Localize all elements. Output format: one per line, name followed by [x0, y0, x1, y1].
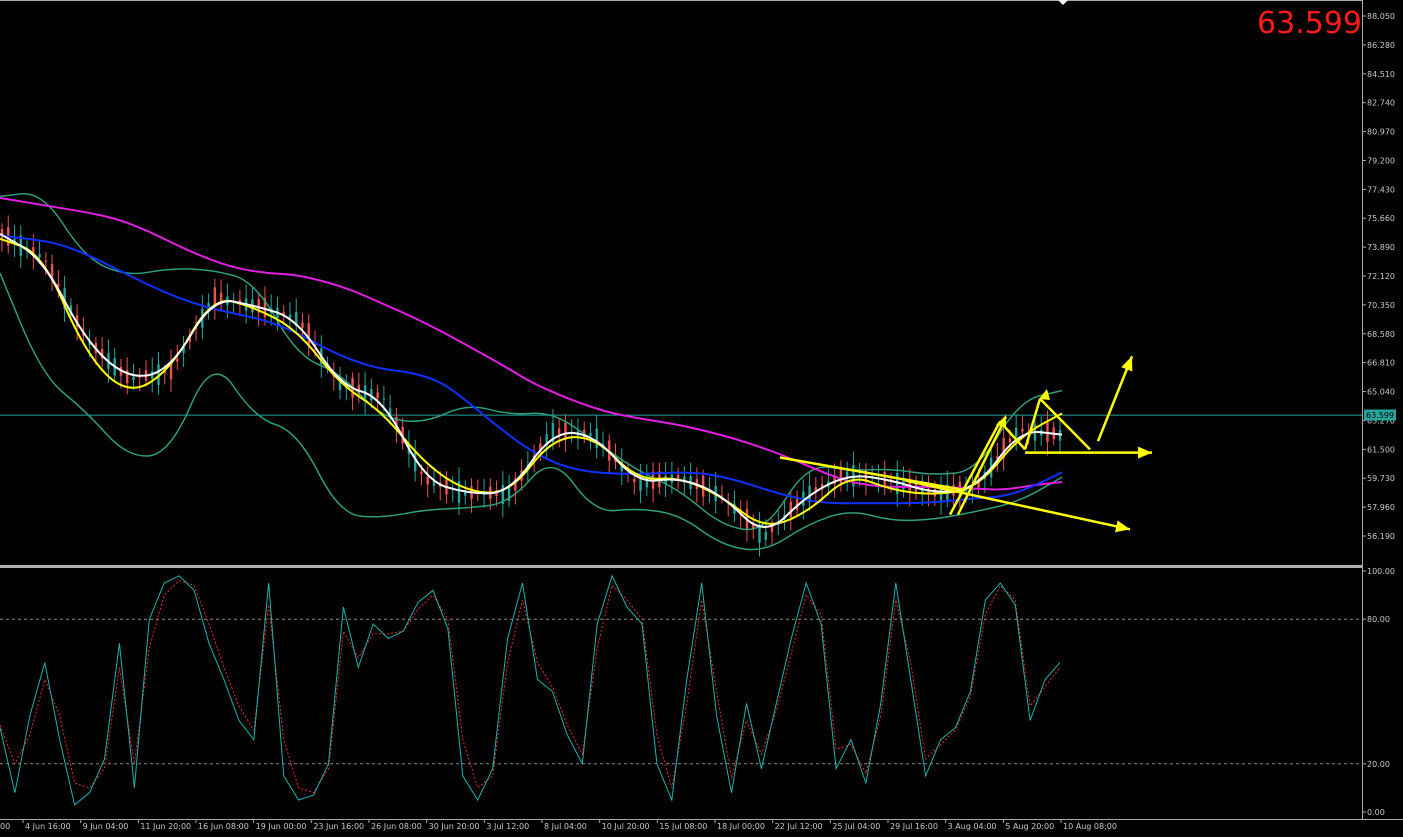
time-label: 30 Jun 20:00	[429, 822, 480, 831]
candle-body	[1008, 438, 1012, 442]
candle-body	[764, 531, 767, 540]
time-label: 22 Jul 12:00	[775, 822, 823, 831]
candle-body	[839, 468, 843, 485]
time-label: 26 Jun 08:00	[371, 822, 422, 831]
candle-body	[633, 478, 636, 483]
candle-body	[758, 525, 761, 543]
candle-body	[1014, 427, 1018, 437]
candle-body	[301, 322, 304, 328]
price-tick-label: 79.200	[1367, 156, 1395, 165]
candle-body	[288, 314, 292, 318]
current-price-label: 63.599	[1257, 6, 1362, 41]
time-label: 3 Jul 12:00	[486, 822, 529, 831]
time-label: 10 Aug 08:00	[1063, 822, 1117, 831]
price-tick-label: 65.040	[1367, 388, 1395, 397]
stochastic-tick-label: 0.00	[1367, 808, 1385, 817]
price-tick-label: 88.050	[1367, 12, 1395, 21]
price-tick-label: 70.350	[1367, 301, 1395, 310]
candle-body	[307, 323, 310, 346]
candle-body	[382, 398, 386, 400]
price-tick-label: 66.810	[1367, 359, 1395, 368]
time-axis: 00 4 Jun 16:00 9 Jun 04:00 11 Jun 20:00 16 J…	[0, 820, 1117, 831]
time-label: 18 Jul 00:00	[717, 822, 765, 831]
time-label: 19 Jun 00:00	[256, 822, 307, 831]
time-label: 9 Jun 04:00	[83, 822, 129, 831]
time-label-partial: 00	[0, 822, 10, 831]
time-label: 25 Jul 04:00	[832, 822, 880, 831]
time-label: 8 Jul 04:00	[544, 822, 587, 831]
candle-body	[132, 376, 135, 381]
candle-body	[589, 432, 592, 437]
time-label: 11 Jun 20:00	[140, 822, 191, 831]
time-label: 29 Jul 16:00	[890, 822, 938, 831]
price-tag-label: 63.599	[1366, 411, 1394, 420]
time-label: 16 Jun 08:00	[198, 822, 249, 831]
time-label: 10 Jul 20:00	[602, 822, 650, 831]
candle-body	[1021, 428, 1024, 432]
candle-body	[44, 260, 48, 262]
candle-body	[376, 392, 379, 399]
price-tick-label: 68.580	[1367, 330, 1395, 339]
price-tick-label: 84.510	[1367, 70, 1395, 79]
price-tick-label: 72.120	[1367, 272, 1395, 281]
stochastic-tick-label: 20.00	[1367, 760, 1390, 769]
candle-body	[595, 428, 598, 449]
chart-background	[0, 0, 1403, 837]
time-label: 15 Jul 08:00	[659, 822, 707, 831]
panel-separator[interactable]	[0, 565, 1362, 568]
candle-body	[213, 287, 217, 307]
price-tag: 63.599	[1364, 409, 1396, 421]
price-tick-label: 86.280	[1367, 41, 1395, 50]
time-label: 3 Aug 04:00	[948, 822, 997, 831]
price-tick-label: 82.740	[1367, 99, 1395, 108]
price-tick-label: 57.960	[1367, 503, 1395, 512]
candle-body	[426, 477, 429, 485]
trading-chart[interactable]: 88.050 86.280 84.510 82.740 80.970 79.200 77.4…	[0, 0, 1403, 837]
price-tick-label: 59.730	[1367, 474, 1395, 483]
candle-body	[557, 428, 561, 435]
candle-body	[38, 253, 41, 258]
candle-body	[420, 471, 423, 474]
stochastic-tick-label: 100.00	[1367, 567, 1395, 576]
price-tick-label: 80.970	[1367, 128, 1395, 137]
price-tick-label: 75.660	[1367, 214, 1395, 223]
price-tick-label: 77.430	[1367, 185, 1395, 194]
time-label: 4 Jun 16:00	[25, 822, 71, 831]
price-tick-label: 73.890	[1367, 243, 1395, 252]
candle-body	[176, 359, 179, 362]
time-label: 23 Jun 16:00	[313, 822, 364, 831]
price-tick-label: 61.500	[1367, 445, 1395, 454]
price-tick-label: 56.190	[1367, 532, 1395, 541]
stochastic-tick-label: 80.00	[1367, 615, 1390, 624]
time-label: 5 Aug 20:00	[1005, 822, 1054, 831]
